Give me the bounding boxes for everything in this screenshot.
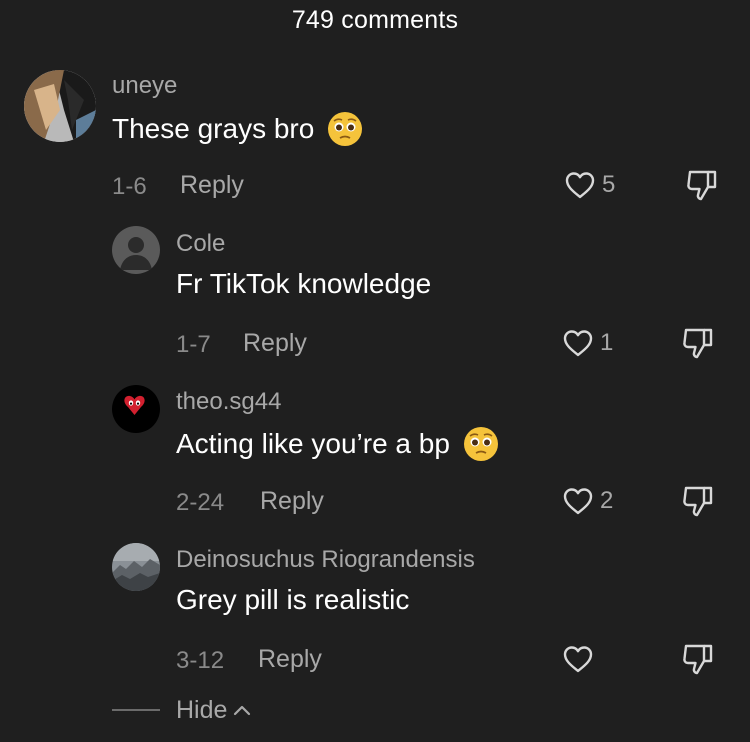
chevron-up-icon: [234, 705, 251, 716]
like-count: 5: [602, 171, 616, 198]
hide-label: Hide: [176, 695, 228, 724]
like-button[interactable]: 5: [564, 169, 615, 201]
avatar[interactable]: [112, 385, 160, 433]
comment-username[interactable]: uneye: [112, 72, 177, 100]
dislike-button[interactable]: [680, 484, 716, 518]
comment-date: 1-6: [112, 173, 147, 200]
comment-text: Fr TikTok knowledge: [176, 268, 431, 300]
heart-icon: [565, 172, 595, 199]
thumbs-down-icon: [683, 328, 713, 359]
avatar[interactable]: [24, 70, 96, 142]
comment-date: 3-12: [176, 647, 225, 674]
comment-username[interactable]: Deinosuchus Riograndensis: [176, 546, 475, 574]
comment-text: Grey pill is realistic: [176, 584, 409, 616]
thumbs-down-icon: [683, 644, 713, 675]
dislike-button[interactable]: [680, 326, 716, 360]
like-button[interactable]: [562, 643, 600, 675]
comment-body: Fr TikTok knowledge: [176, 268, 432, 299]
divider: [112, 709, 160, 711]
reply-button[interactable]: Reply: [260, 487, 324, 516]
heart-icon: [563, 646, 593, 673]
comment-text: These grays bro: [112, 110, 364, 148]
reply-button[interactable]: Reply: [258, 645, 322, 674]
avatar[interactable]: [112, 543, 160, 591]
comment-username[interactable]: theo.sg44: [176, 388, 281, 416]
like-count: 1: [600, 329, 614, 356]
comment-username[interactable]: Cole: [176, 230, 225, 258]
comment-body: Acting like you’re a bp: [176, 428, 450, 459]
like-button[interactable]: 1: [562, 327, 613, 359]
hide-replies-row: Hide: [112, 694, 251, 726]
avatar[interactable]: [112, 226, 160, 274]
hide-replies-button[interactable]: Hide: [176, 696, 251, 725]
dislike-button[interactable]: [680, 642, 716, 676]
reply-button[interactable]: Reply: [180, 171, 244, 200]
comment-date: 1-7: [176, 331, 211, 358]
heart-icon: [563, 488, 593, 515]
heart-icon: [563, 330, 593, 357]
thumbs-down-icon: [687, 170, 717, 201]
pleading-face-emoji: [326, 110, 364, 148]
comment-text: Acting like you’re a bp: [176, 425, 500, 463]
comments-count-title: 749 comments: [291, 6, 459, 34]
comment-body: These grays bro: [112, 113, 315, 144]
like-button[interactable]: 2: [562, 485, 613, 517]
comment-date: 2-24: [176, 489, 225, 516]
dislike-button[interactable]: [684, 168, 720, 202]
like-count: 2: [600, 487, 614, 514]
comment-body: Grey pill is realistic: [176, 584, 410, 615]
reply-button[interactable]: Reply: [243, 329, 307, 358]
pleading-face-emoji: [462, 425, 500, 463]
thumbs-down-icon: [683, 486, 713, 517]
